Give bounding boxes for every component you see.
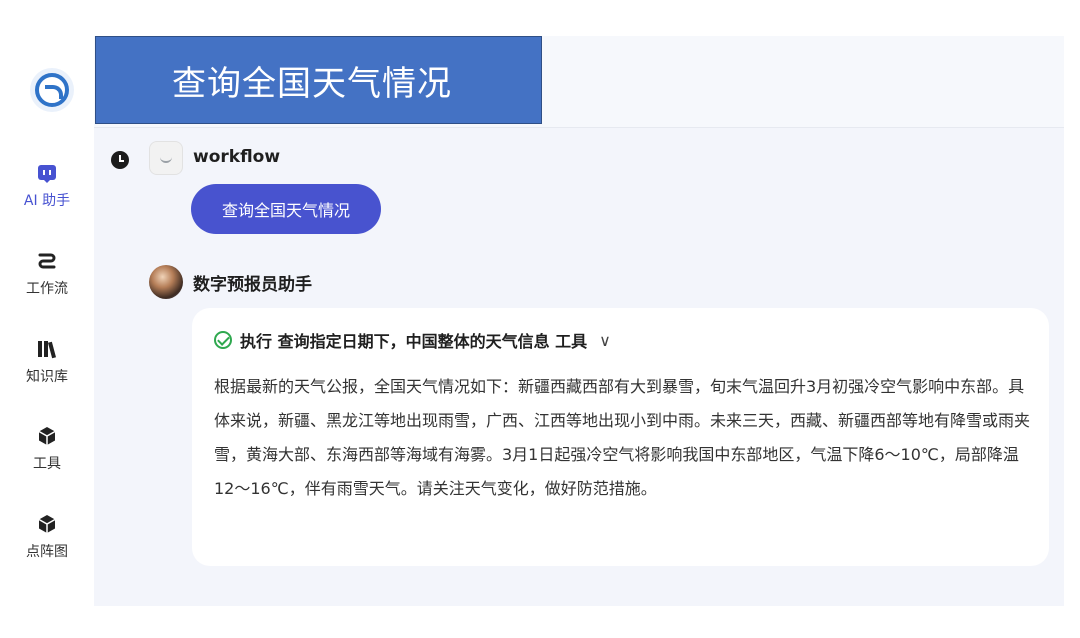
chevron-down-icon: ∨ <box>599 330 611 350</box>
sidebar: AI 助手 工作流 知识库 工具 点阵图 <box>0 0 94 638</box>
workflow-icon <box>38 253 56 269</box>
sidebar-item-tools[interactable]: 工具 <box>0 425 94 473</box>
cube-icon <box>38 427 56 445</box>
bot-avatar <box>149 265 183 299</box>
user-message-bubble[interactable]: 查询全国天气情况 <box>191 184 381 234</box>
sidebar-item-ai-assistant[interactable]: AI 助手 <box>0 162 94 210</box>
check-circle-icon <box>214 331 232 349</box>
sidebar-item-workflow[interactable]: 工作流 <box>0 250 94 298</box>
bot-name: 数字预报员助手 <box>193 275 312 295</box>
bot-answer-card: 执行 查询指定日期下，中国整体的天气信息 工具 ∨ 根据最新的天气公报，全国天气… <box>192 308 1049 566</box>
robot-chat-icon <box>38 165 56 183</box>
tool-call-label: 执行 查询指定日期下，中国整体的天气信息 工具 <box>240 332 588 351</box>
sidebar-item-knowledge-base[interactable]: 知识库 <box>0 338 94 386</box>
app-window: AI 助手 工作流 知识库 工具 点阵图 查询全国天气情况 workflow 查… <box>0 0 1080 638</box>
tool-call-toggle[interactable]: 执行 查询指定日期下，中国整体的天气信息 工具 ∨ <box>214 328 611 352</box>
books-icon <box>38 341 57 359</box>
clock-icon <box>111 151 129 169</box>
cube-icon <box>38 515 56 533</box>
sender-name: workflow <box>193 147 281 167</box>
sidebar-item-label: 知识库 <box>26 369 68 385</box>
sidebar-item-dot-matrix[interactable]: 点阵图 <box>0 513 94 561</box>
sidebar-item-label: AI 助手 <box>23 193 71 209</box>
avatar <box>149 141 183 175</box>
app-logo <box>30 68 74 112</box>
sidebar-item-label: 工具 <box>33 456 61 472</box>
page-title: 查询全国天气情况 <box>95 36 542 124</box>
answer-text: 根据最新的天气公报，全国天气情况如下：新疆西藏西部有大到暴雪，旬末气温回升3月初… <box>214 377 1031 498</box>
sidebar-item-label: 点阵图 <box>26 544 68 560</box>
sidebar-item-label: 工作流 <box>26 281 68 297</box>
